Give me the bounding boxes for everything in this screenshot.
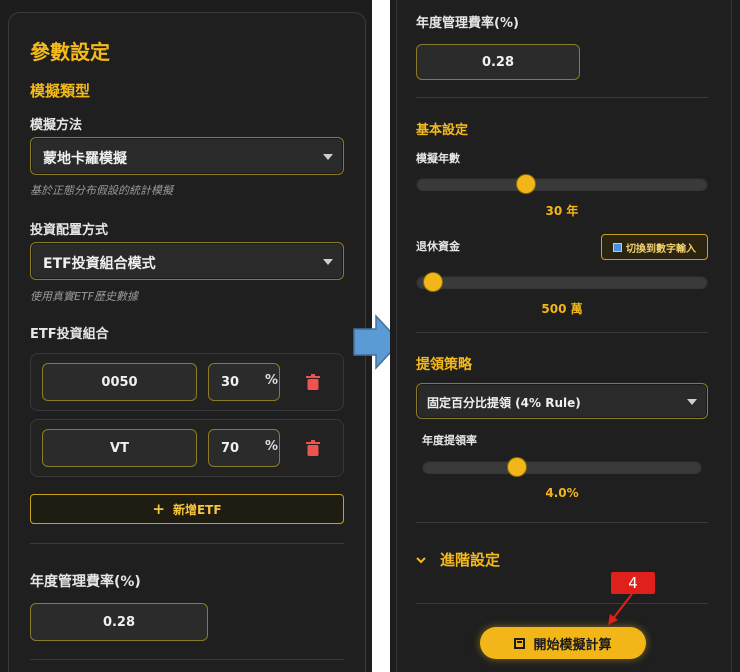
step-badge: 4 [611,572,655,594]
strategy-select[interactable]: 固定百分比提領 (4% Rule) [416,383,708,419]
alloc-select[interactable]: ETF投資組合模式 [30,242,344,280]
percent-sign: % [264,373,278,388]
fee-label: 年度管理費率(%) [416,16,519,31]
settings-card [396,0,732,672]
years-slider[interactable] [416,177,708,191]
etf-weight-input[interactable]: 30 % [208,363,280,401]
left-panel: 參數設定 模擬類型 模擬方法 蒙地卡羅模擬 基於正態分布假設的統計模擬 投資配置… [0,0,372,672]
rate-slider[interactable] [422,460,702,474]
toggle-number-input-label: 切換到數字輸入 [626,243,696,255]
method-label: 模擬方法 [30,118,83,133]
strategy-select-value: 固定百分比提領 (4% Rule) [427,396,581,410]
keypad-icon [613,242,622,252]
etf-row: 0050 30 % [30,353,344,411]
add-etf-button[interactable]: + 新增ETF [30,494,344,524]
annotation-arrow-icon [608,593,633,625]
fee-label: 年度管理費率(%) [30,574,141,590]
alloc-hint: 使用真實ETF歷史數據 [30,290,138,303]
trash-icon[interactable] [306,374,320,390]
sim-type-heading: 模擬類型 [30,82,91,100]
start-simulation-button[interactable]: 開始模擬計算 [480,627,646,659]
method-select-value: 蒙地卡羅模擬 [43,151,127,167]
rate-label: 年度提領率 [422,434,477,447]
divider [30,659,344,660]
etf-row: VT 70 % [30,419,344,477]
start-simulation-label: 開始模擬計算 [533,637,612,653]
etf-ticker-input[interactable]: VT [42,429,197,467]
chevron-down-icon [416,556,426,563]
divider [416,603,708,604]
right-panel: 年度管理費率(%) 0.28 基本設定 模擬年數 30 年 退休資金 切換到數字… [390,0,740,672]
etf-weight-value: 70 [221,440,240,456]
method-hint: 基於正態分布假設的統計模擬 [30,184,173,197]
chevron-down-icon [323,259,333,265]
divider [30,543,344,544]
toggle-number-input-button[interactable]: 切換到數字輸入 [601,234,708,260]
divider [416,97,708,98]
plus-icon: + [152,500,165,518]
chevron-down-icon [687,399,697,405]
years-value: 30 年 [545,204,579,218]
chevron-down-icon [323,154,333,160]
capital-value: 500 萬 [541,302,583,316]
etf-weight-value: 30 [221,374,240,390]
etf-weight-input[interactable]: 70 % [208,429,280,467]
alloc-select-value: ETF投資組合模式 [43,256,156,272]
advanced-label: 進階設定 [440,551,501,569]
rate-value: 4.0% [545,486,579,500]
add-etf-label: 新增ETF [172,502,222,517]
divider [416,332,708,333]
method-select[interactable]: 蒙地卡羅模擬 [30,137,344,175]
calculator-icon [514,637,526,649]
portfolio-label: ETF投資組合 [30,327,109,342]
divider [416,522,708,523]
capital-label: 退休資金 [416,240,460,253]
trash-icon[interactable] [306,440,320,456]
settings-title: 參數設定 [30,40,110,64]
fee-input[interactable]: 0.28 [30,603,208,641]
capital-slider[interactable] [416,275,708,289]
etf-ticker-input[interactable]: 0050 [42,363,197,401]
advanced-toggle[interactable]: 進階設定 [416,549,500,570]
alloc-label: 投資配置方式 [30,223,109,238]
percent-sign: % [264,439,278,454]
fee-input[interactable]: 0.28 [416,44,580,80]
withdraw-heading: 提領策略 [416,357,472,373]
basic-heading: 基本設定 [416,123,469,138]
years-label: 模擬年數 [416,152,460,165]
